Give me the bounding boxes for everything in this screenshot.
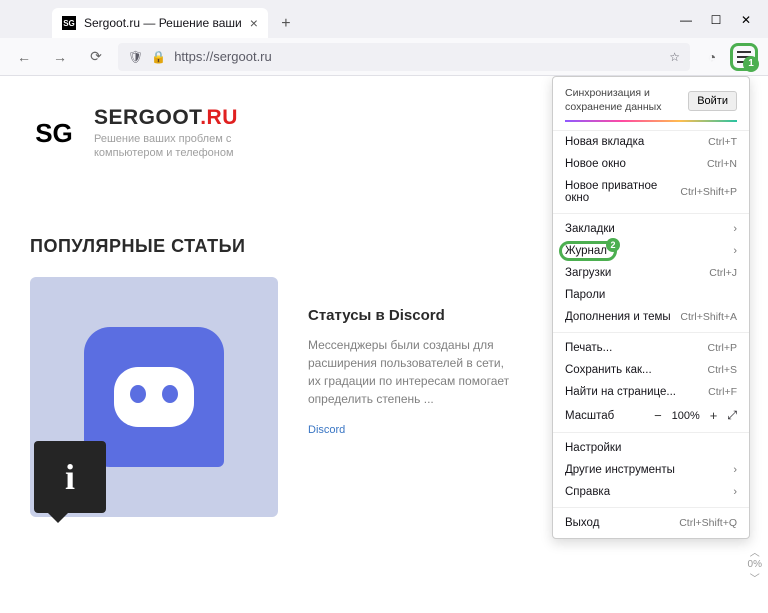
menu-new-tab[interactable]: Новая вкладкаCtrl+T xyxy=(553,131,749,153)
info-badge-icon: i xyxy=(34,441,106,513)
forward-button[interactable]: → xyxy=(46,43,74,71)
site-logo-text: SERGOOT.RU xyxy=(94,106,238,130)
window-maximize-icon[interactable]: ☐ xyxy=(702,8,730,32)
site-logo-mark: SG xyxy=(30,109,78,157)
menu-print[interactable]: Печать...Ctrl+P xyxy=(553,337,749,359)
app-menu-button[interactable]: 1 xyxy=(730,43,758,71)
site-tagline: Решение ваших проблем скомпьютером и тел… xyxy=(94,132,238,161)
zoom-in-button[interactable]: + xyxy=(710,408,718,423)
menu-bookmarks[interactable]: Закладки› xyxy=(553,218,749,240)
tab-favicon: SG xyxy=(62,16,76,30)
chevron-down-icon[interactable]: ﹀ xyxy=(748,570,762,585)
annotation-badge-2: 2 xyxy=(606,238,620,252)
window-minimize-icon[interactable]: — xyxy=(672,8,700,32)
article-description: Мессенджеры были созданы для расширения … xyxy=(308,336,518,408)
gradient-divider xyxy=(565,120,737,122)
menu-save-as[interactable]: Сохранить как...Ctrl+S xyxy=(553,359,749,381)
chevron-right-icon: › xyxy=(733,486,737,498)
menu-find[interactable]: Найти на странице...Ctrl+F xyxy=(553,381,749,403)
tracking-shield-icon[interactable]: 🛡 xyxy=(128,50,143,64)
sign-in-button[interactable]: Войти xyxy=(688,91,737,111)
chevron-right-icon: › xyxy=(733,464,737,476)
reload-button[interactable]: ⟳ xyxy=(82,43,110,71)
article-tag-link[interactable]: Discord xyxy=(308,424,518,436)
menu-separator xyxy=(553,213,749,214)
chevron-right-icon: › xyxy=(733,245,737,257)
menu-new-private-window[interactable]: Новое приватное окноCtrl+Shift+P xyxy=(553,175,749,209)
back-button[interactable]: ← xyxy=(10,43,38,71)
menu-history[interactable]: Журнал › 2 xyxy=(553,240,749,262)
menu-separator xyxy=(553,332,749,333)
window-titlebar: SG Sergoot.ru — Решение ваши × + — ☐ ✕ xyxy=(0,0,768,38)
menu-separator xyxy=(553,432,749,433)
menu-exit[interactable]: ВыходCtrl+Shift+Q xyxy=(553,512,749,534)
menu-separator xyxy=(553,507,749,508)
menu-addons[interactable]: Дополнения и темыCtrl+Shift+A xyxy=(553,306,749,328)
zoom-out-button[interactable]: − xyxy=(654,408,662,423)
app-menu-popup: Синхронизация и сохранение данных Войти … xyxy=(552,76,750,539)
sync-label: Синхронизация и сохранение данных xyxy=(565,87,680,114)
chevron-right-icon: › xyxy=(733,223,737,235)
fullscreen-button[interactable]: ⤢ xyxy=(727,408,737,423)
address-bar[interactable]: 🛡 🔒 https://sergoot.ru ☆ xyxy=(118,43,690,71)
window-close-icon[interactable]: ✕ xyxy=(732,8,760,32)
article-title[interactable]: Статусы в Discord xyxy=(308,307,518,324)
browser-tab[interactable]: SG Sergoot.ru — Решение ваши × xyxy=(52,8,268,38)
page-content: SG SERGOOT.RU Решение ваших проблем ском… xyxy=(0,76,768,613)
scroll-indicator: ︿ 0% ﹀ xyxy=(748,544,762,585)
browser-toolbar: ← → ⟳ 🛡 🔒 https://sergoot.ru ☆ ◔ 1 xyxy=(0,38,768,76)
menu-more-tools[interactable]: Другие инструменты› xyxy=(553,459,749,481)
menu-new-window[interactable]: Новое окноCtrl+N xyxy=(553,153,749,175)
menu-settings[interactable]: Настройки xyxy=(553,437,749,459)
menu-help[interactable]: Справка› xyxy=(553,481,749,503)
menu-passwords[interactable]: Пароли xyxy=(553,284,749,306)
tab-title: Sergoot.ru — Решение ваши xyxy=(84,16,242,30)
lock-icon: 🔒 xyxy=(151,50,166,64)
url-text: https://sergoot.ru xyxy=(174,49,272,64)
tab-close-icon[interactable]: × xyxy=(250,15,258,31)
zoom-value: 100% xyxy=(672,410,700,422)
chevron-up-icon[interactable]: ︿ xyxy=(748,544,762,559)
menu-zoom-row: Масштаб − 100% + ⤢ xyxy=(553,403,749,428)
article-thumbnail: i xyxy=(30,277,278,517)
bookmark-star-icon[interactable]: ☆ xyxy=(669,50,680,64)
new-tab-button[interactable]: + xyxy=(272,10,300,38)
pocket-icon[interactable]: ◔ xyxy=(698,43,726,71)
annotation-badge-1: 1 xyxy=(743,56,759,72)
menu-downloads[interactable]: ЗагрузкиCtrl+J xyxy=(553,262,749,284)
